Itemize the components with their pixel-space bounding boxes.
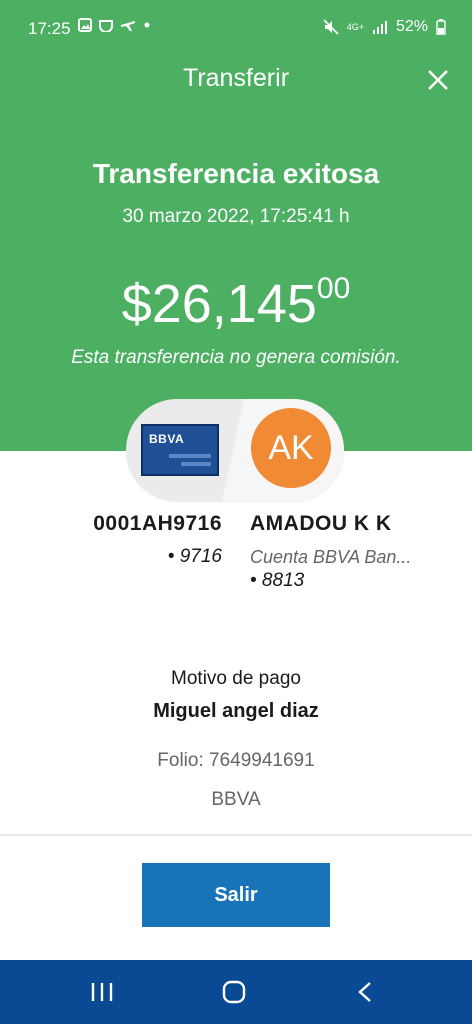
- amount-main: $26,145: [121, 274, 317, 334]
- app-notification-icon: [99, 20, 113, 32]
- card-brand: BBVA: [149, 432, 185, 446]
- status-bar: 17:25 4G+ 52%: [0, 0, 472, 56]
- status-time: 17:25: [28, 19, 71, 38]
- battery-percent: 52%: [395, 18, 428, 35]
- transfer-datetime: 30 marzo 2022, 17:25:41 h: [122, 206, 350, 227]
- exit-button[interactable]: Salir: [142, 863, 330, 927]
- notification-icons: [78, 18, 152, 32]
- back-icon[interactable]: [356, 980, 374, 1004]
- recipient-bank-account: Cuenta BBVA Ban...: [250, 547, 412, 567]
- signal-icon: [372, 21, 387, 34]
- payment-reason-label: Motivo de pago: [171, 668, 301, 689]
- network-type: 4G+: [346, 22, 364, 32]
- folio-number: Folio: 7649941691: [157, 750, 315, 771]
- system-status: 4G+ 52%: [323, 18, 446, 36]
- page-title: Transferir: [182, 64, 290, 92]
- bank-name: BBVA: [211, 789, 261, 810]
- bbva-card-icon: BBVA: [141, 424, 219, 476]
- success-title: Transferencia exitosa: [92, 158, 380, 189]
- airplane-icon: [121, 21, 135, 31]
- home-icon[interactable]: [222, 980, 246, 1004]
- amount-cents: 00: [316, 272, 351, 305]
- recipient-account-last: • 8813: [250, 570, 305, 591]
- payment-reason-value: Miguel angel diaz: [153, 700, 319, 722]
- system-navigation-bar: [0, 960, 472, 1024]
- origin-account-last: • 9716: [167, 546, 222, 567]
- card-line: [181, 462, 211, 466]
- recent-apps-icon[interactable]: [90, 981, 114, 1003]
- card-line: [169, 454, 211, 458]
- battery-icon: [436, 19, 446, 35]
- transfer-amount: $26,14500: [0, 272, 472, 335]
- gallery-icon: [78, 18, 92, 32]
- origin-account-id: 0001AH9716: [93, 512, 222, 535]
- close-icon[interactable]: [424, 66, 452, 94]
- divider: [0, 834, 472, 836]
- dot-icon: [144, 22, 150, 28]
- mute-icon: [323, 19, 339, 35]
- recipient-name: AMADOU K K: [250, 512, 392, 535]
- recipient-avatar: AK: [251, 408, 331, 488]
- commission-note: Esta transferencia no genera comisión.: [71, 347, 401, 368]
